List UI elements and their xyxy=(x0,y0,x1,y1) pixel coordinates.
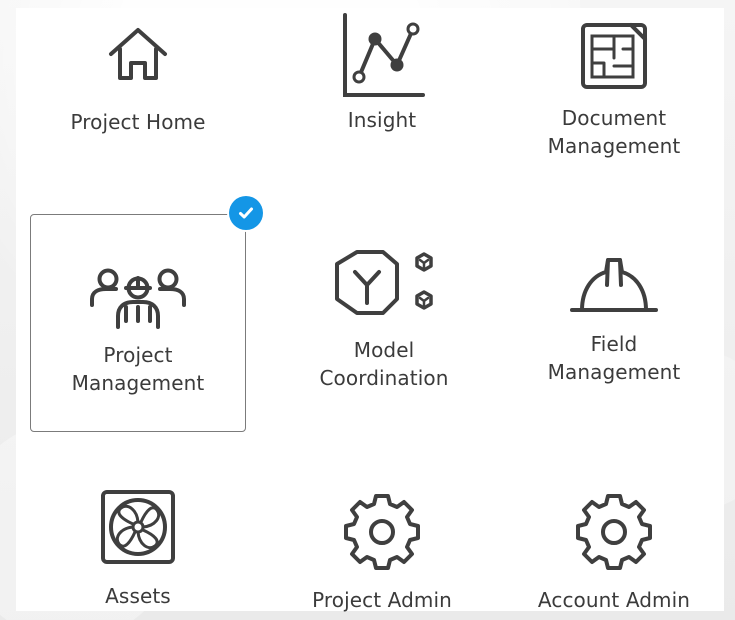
model-coordination-label-line-1: Model xyxy=(353,338,415,362)
line-chart-icon xyxy=(343,13,425,97)
team-icon xyxy=(90,268,186,329)
model-coordination-label-line-2: Coordination xyxy=(319,366,449,390)
document-management-label-line-2: Management xyxy=(547,134,681,158)
selected-check-badge xyxy=(229,196,263,230)
insight-tile[interactable]: Insight xyxy=(260,8,504,164)
model-coordination-tile[interactable]: Model Coordination xyxy=(278,240,490,410)
field-management-label-line-2: Management xyxy=(547,360,681,384)
project-management-label-line-2: Management xyxy=(71,371,205,395)
field-management-label-line-1: Field xyxy=(590,332,638,356)
app-background: Project Home Insight Document Management xyxy=(0,0,735,620)
gear-icon xyxy=(576,494,652,570)
document-management-label-line-1: Document xyxy=(561,106,667,130)
project-home-tile[interactable]: Project Home xyxy=(16,8,260,164)
project-management-tile[interactable]: Project Management xyxy=(30,196,263,432)
document-management-tile[interactable]: Document Management xyxy=(504,8,724,168)
project-home-label: Project Home xyxy=(70,110,206,134)
field-management-tile[interactable]: Field Management xyxy=(504,248,724,410)
floor-plan-icon xyxy=(581,23,647,89)
checkmark-icon xyxy=(239,207,253,219)
account-admin-label: Account Admin xyxy=(537,588,691,612)
model-cubes-icon xyxy=(335,250,433,315)
account-admin-tile[interactable]: Account Admin xyxy=(504,478,724,612)
gear-icon xyxy=(344,494,420,570)
hard-hat-icon xyxy=(570,258,658,312)
project-management-label-line-1: Project xyxy=(103,343,173,367)
insight-label: Insight xyxy=(347,108,417,132)
module-menu-panel: Project Home Insight Document Management xyxy=(16,8,724,612)
house-icon xyxy=(109,28,167,80)
project-admin-label: Project Admin xyxy=(312,588,452,612)
project-admin-tile[interactable]: Project Admin xyxy=(260,478,504,612)
assets-label: Assets xyxy=(105,584,171,608)
fan-icon xyxy=(101,490,175,564)
assets-tile[interactable]: Assets xyxy=(16,478,260,611)
